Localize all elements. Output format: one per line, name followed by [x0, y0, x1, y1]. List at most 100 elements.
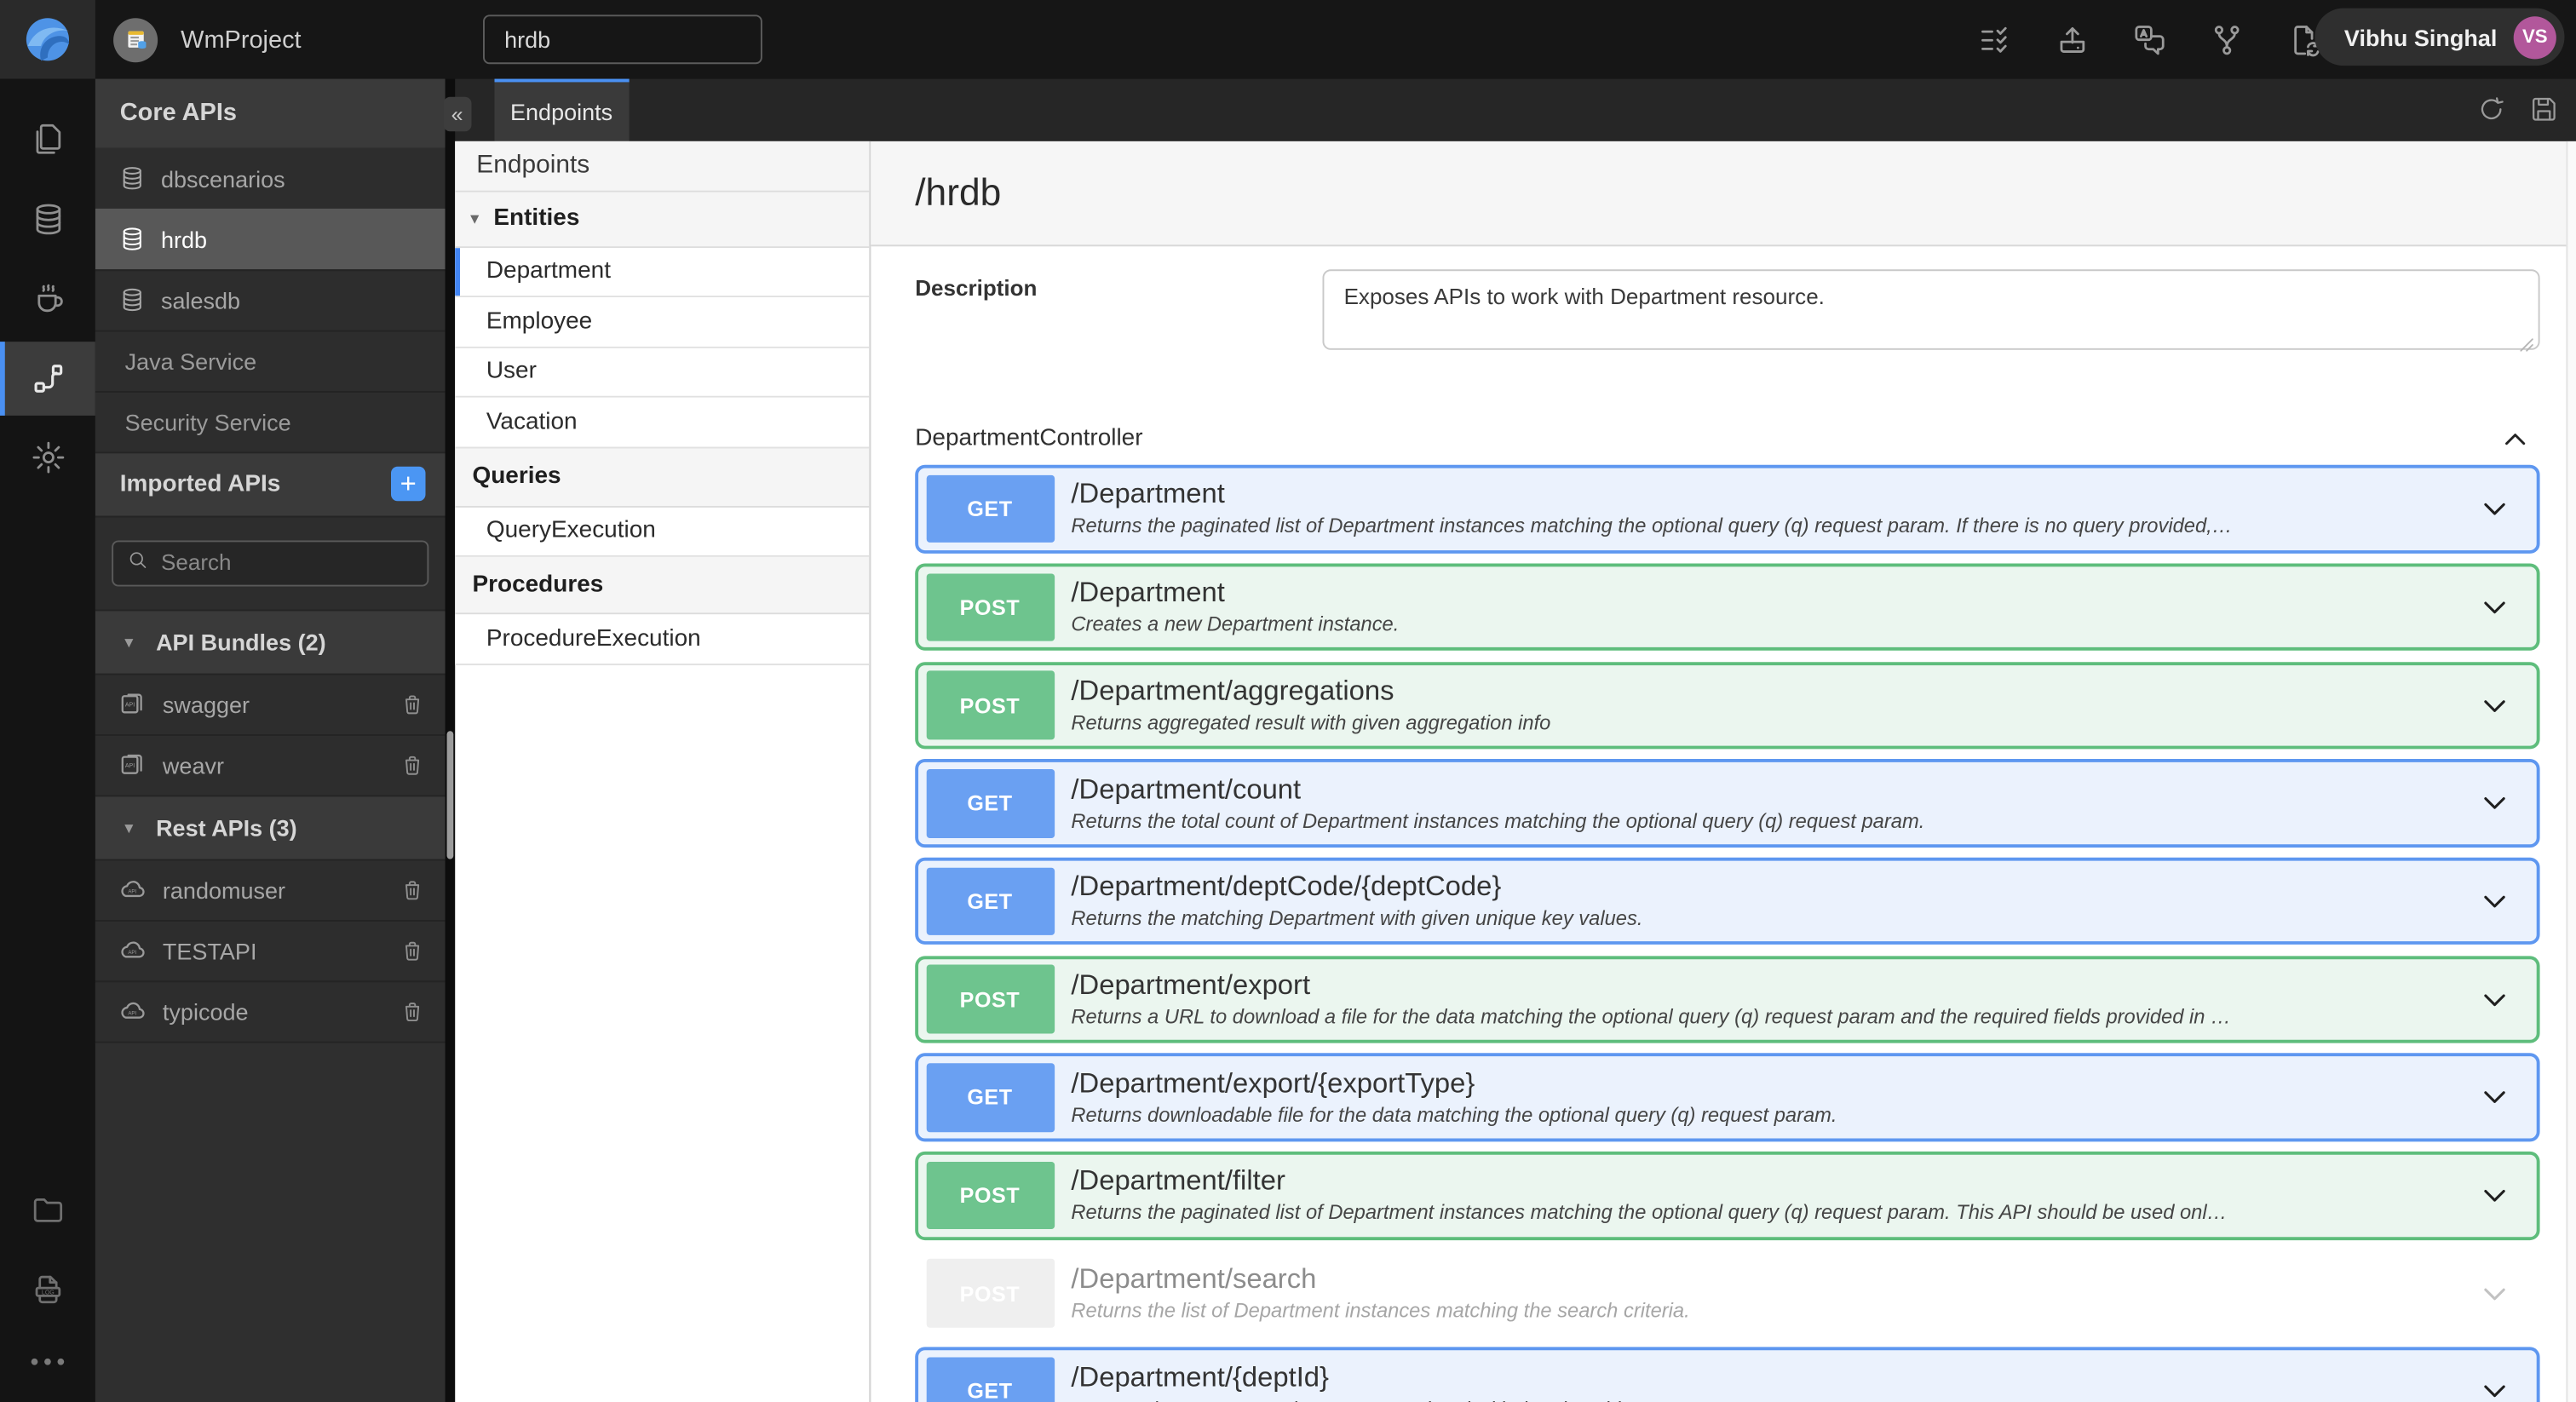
sidebar-item-salesdb[interactable]: salesdb — [95, 268, 446, 330]
tab-bar: Endpoints — [454, 78, 2576, 141]
checklist-icon[interactable] — [1976, 20, 2014, 58]
api-bundles-group[interactable]: ▼ API Bundles (2) — [95, 608, 446, 673]
tab-endpoints[interactable]: Endpoints — [494, 78, 629, 141]
rail-item-logs[interactable]: LOG — [0, 1253, 95, 1327]
endpoint-description: Returns aggregated result with given agg… — [1071, 710, 1551, 734]
rest-item-typicode[interactable]: API typicode — [95, 980, 446, 1041]
sidebar-item-java-service[interactable]: Java Service — [95, 329, 446, 391]
folder-icon — [32, 1198, 62, 1221]
endpoint-card[interactable]: POST /Department/filter Returns the pagi… — [915, 1152, 2539, 1240]
chevron-up-icon[interactable] — [2499, 429, 2529, 449]
trash-icon[interactable] — [400, 751, 426, 778]
trash-icon[interactable] — [400, 937, 426, 963]
endpoint-path: /Department — [1071, 479, 1225, 510]
endpoint-card[interactable]: GET /Department/export/{exportType} Retu… — [915, 1054, 2539, 1141]
entity-item-department[interactable]: Department — [454, 247, 870, 298]
endpoint-path: /Department/export/{exportType} — [1071, 1066, 1475, 1099]
refresh-icon[interactable] — [2475, 94, 2507, 125]
rail-item-files[interactable] — [0, 1172, 95, 1246]
entities-section-header[interactable]: ▼ Entities — [454, 191, 870, 248]
brand-logo[interactable] — [0, 0, 95, 79]
chevron-down-icon[interactable] — [2478, 984, 2510, 1015]
rest-item-randomuser[interactable]: API randomuser — [95, 858, 446, 920]
rest-item-testapi[interactable]: API TESTAPI — [95, 919, 446, 980]
trash-icon[interactable] — [400, 876, 426, 903]
description-row: Description Exposes APIs to work with De… — [915, 268, 2539, 359]
endpoint-card[interactable]: GET /Department/count Returns the total … — [915, 759, 2539, 848]
trash-icon[interactable] — [400, 691, 426, 717]
sidebar-item-label: dbscenarios — [160, 164, 285, 192]
rail-item-more[interactable] — [0, 1333, 95, 1389]
git-branch-icon[interactable] — [2208, 20, 2245, 58]
project-search-input[interactable] — [482, 14, 762, 65]
user-avatar: VS — [2513, 15, 2556, 59]
chevron-down-icon[interactable] — [2478, 787, 2510, 819]
bundle-item-weavr[interactable]: API weavr — [95, 733, 446, 795]
deploy-icon[interactable] — [2054, 20, 2091, 58]
collapse-sidebar-button[interactable]: « — [442, 95, 472, 131]
chevron-down-icon[interactable] — [2478, 689, 2510, 721]
rest-apis-group[interactable]: ▼ Rest APIs (3) — [95, 794, 446, 859]
endpoint-description: Returns the Department instance associat… — [1071, 1398, 1625, 1402]
main-scrollbar[interactable] — [2565, 140, 2576, 1402]
sidebar-item-hrdb[interactable]: hrdb — [95, 207, 446, 269]
chevron-down-icon[interactable] — [2478, 493, 2510, 525]
procedures-section-header[interactable]: Procedures — [454, 556, 870, 615]
procedure-item-procedureexecution[interactable]: ProcedureExecution — [454, 614, 870, 665]
chevron-down-icon[interactable] — [2478, 1376, 2510, 1402]
query-item-queryexecution[interactable]: QueryExecution — [454, 506, 870, 557]
imported-apis-title: Imported APIs — [119, 470, 281, 497]
rail-item-pages[interactable] — [0, 102, 95, 176]
endpoint-description: Returns the matching Department with giv… — [1071, 907, 1643, 931]
sidebar-item-dbscenarios[interactable]: dbscenarios — [95, 147, 446, 208]
sidebar-scrollbar[interactable] — [445, 78, 455, 1402]
sidebar-search-input[interactable] — [112, 539, 429, 586]
description-textarea[interactable]: Exposes APIs to work with Department res… — [1322, 268, 2539, 351]
bundle-item-swagger[interactable]: API swagger — [95, 672, 446, 734]
endpoints-panel-title: Endpoints — [454, 140, 870, 192]
sidebar-search-row — [95, 514, 446, 609]
save-icon[interactable] — [2528, 94, 2560, 125]
rail-item-java-service[interactable] — [0, 261, 95, 336]
chevron-down-icon[interactable] — [2478, 1082, 2510, 1113]
bundle-item-label: swagger — [162, 690, 250, 717]
chevron-down-icon[interactable] — [2478, 1180, 2510, 1211]
endpoint-path: /Department/export — [1071, 968, 1311, 1001]
entity-item-user[interactable]: User — [454, 347, 870, 398]
method-badge: POST — [925, 671, 1055, 740]
sidebar-item-label: hrdb — [160, 226, 208, 253]
entity-item-vacation[interactable]: Vacation — [454, 397, 870, 448]
entity-item-employee[interactable]: Employee — [454, 297, 870, 348]
trash-icon[interactable] — [400, 998, 426, 1025]
endpoint-card[interactable]: GET /Department/{deptId} Returns the Dep… — [915, 1347, 2539, 1402]
rail-item-settings[interactable] — [0, 421, 95, 495]
endpoint-description: Returns the list of Department instances… — [1071, 1299, 1690, 1323]
endpoint-card[interactable]: POST /Department/aggregations Returns ag… — [915, 661, 2539, 750]
rest-item-label: TESTAPI — [162, 937, 257, 964]
cloud-api-icon: API — [121, 1002, 145, 1019]
translate-icon[interactable] — [2130, 20, 2168, 58]
endpoint-card[interactable]: POST /Department Creates a new Departmen… — [915, 563, 2539, 652]
sidebar-scrollbar-thumb[interactable] — [446, 731, 454, 859]
add-api-button[interactable]: + — [390, 466, 426, 502]
queries-section-header[interactable]: Queries — [454, 447, 870, 507]
user-menu[interactable]: Vibhu Singhal VS — [2314, 8, 2565, 66]
rail-item-database[interactable] — [0, 181, 95, 256]
chevron-down-icon[interactable] — [2478, 886, 2510, 917]
method-badge: POST — [925, 572, 1055, 641]
endpoint-card[interactable]: POST /Department/export Returns a URL to… — [915, 955, 2539, 1043]
cloud-api-icon: API — [121, 941, 145, 958]
svg-text:LOG: LOG — [41, 1289, 54, 1295]
endpoint-card[interactable]: GET /Department Returns the paginated li… — [915, 465, 2539, 554]
endpoint-description: Returns downloadable file for the data m… — [1071, 1103, 1837, 1127]
project-avatar[interactable] — [113, 17, 158, 62]
svg-text:API: API — [128, 889, 136, 895]
sidebar-item-security-service[interactable]: Security Service — [95, 390, 446, 451]
endpoint-card[interactable]: GET /Department/deptCode/{deptCode} Retu… — [915, 857, 2539, 945]
description-label: Description — [915, 275, 1038, 301]
rail-item-apis[interactable] — [0, 341, 95, 415]
service-path-title: /hrdb — [915, 170, 1002, 214]
database-icon — [35, 203, 60, 234]
core-apis-header: Core APIs — [95, 78, 446, 147]
chevron-down-icon[interactable] — [2478, 591, 2510, 623]
